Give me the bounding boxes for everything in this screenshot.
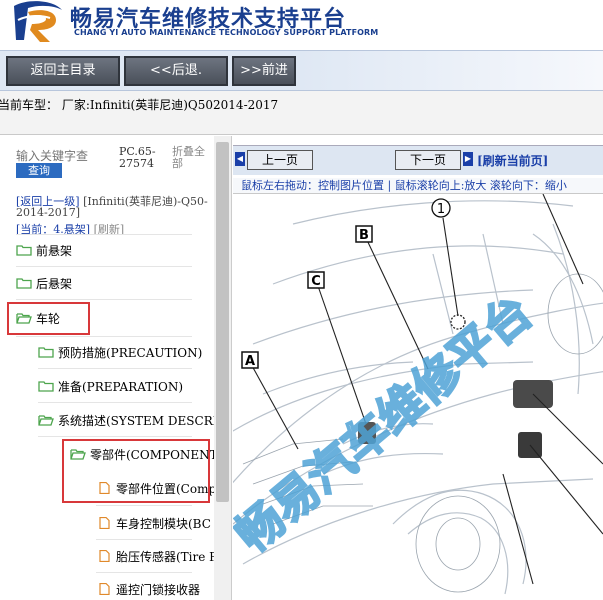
folder-icon — [38, 347, 54, 358]
tree-item-rear-suspension[interactable]: 后悬架 — [16, 273, 72, 295]
divider — [38, 436, 192, 437]
car-diagram-image: 1 B C A 畅易汽车维修平台 — [233, 194, 603, 595]
divider — [96, 539, 192, 540]
breadcrumb: [返回上一级] [Infiniti(英菲尼迪)-Q50-2014-2017] — [16, 196, 216, 218]
divider — [96, 572, 192, 573]
arrow-right-icon: ▶ — [463, 152, 473, 166]
tree-item-front-suspension[interactable]: 前悬架 — [16, 240, 72, 262]
nav-bar: 返回主目录 <<后退. >>前进 — [0, 50, 603, 91]
nav-bar-fill — [300, 51, 603, 90]
divider — [16, 336, 192, 337]
pc-code-label: PC.65-27574 — [119, 145, 156, 170]
callout-a: A — [245, 354, 255, 369]
tree-item-remote-keyless-receiver[interactable]: 遥控门锁接收器 — [96, 579, 200, 600]
document-viewer: ◀ 上一页 下一页 ▶ [刷新当前页] 鼠标左右拖动：控制图片位置 | 鼠标滚轮… — [233, 136, 603, 600]
divider — [16, 234, 192, 235]
current-car-model: 当前车型： 厂家:Infiniti(英菲尼迪)Q502014-2017 — [0, 98, 279, 112]
divider — [38, 402, 192, 403]
pager-bar: ◀ 上一页 下一页 ▶ [刷新当前页] — [233, 145, 603, 175]
callout-b: B — [359, 228, 369, 243]
callout-c: C — [311, 274, 321, 289]
document-icon — [99, 517, 110, 529]
watermark-text: 畅易汽车维修平台 — [233, 285, 542, 563]
divider — [16, 299, 192, 300]
refresh-page-button[interactable]: [刷新当前页] — [477, 152, 548, 169]
component-location-diagram[interactable]: 1 B C A 畅易汽车维修平台 — [233, 194, 603, 600]
logo-icon — [14, 1, 62, 43]
car-info-bar: 当前车型： 厂家:Infiniti(英菲尼迪)Q502014-2017 — [0, 91, 603, 135]
folder-icon — [16, 278, 32, 289]
home-button[interactable]: 返回主目录 — [6, 56, 120, 86]
tree-item-precaution[interactable]: 预防措施(PRECAUTION) — [38, 342, 202, 364]
tree-item-preparation[interactable]: 准备(PREPARATION) — [38, 376, 183, 398]
divider — [96, 505, 192, 506]
tree-scrollbar-thumb[interactable] — [216, 142, 229, 502]
next-page-button[interactable]: 下一页 — [395, 150, 461, 170]
back-button[interactable]: <<后退. — [124, 56, 228, 86]
arrow-left-icon: ◀ — [235, 152, 245, 166]
divider — [16, 266, 192, 267]
platform-subtitle: CHANG YI AUTO MAINTENANCE TECHNOLOGY SUP… — [74, 28, 379, 37]
folder-icon — [38, 381, 54, 392]
prev-page-button[interactable]: 上一页 — [247, 150, 313, 170]
app-header: 畅易汽车维修技术支持平台 CHANG YI AUTO MAINTENANCE T… — [0, 0, 603, 50]
left-tree-panel: 查询 PC.65-27574 折叠全部 [返回上一级] [Infiniti(英菲… — [0, 136, 232, 600]
folder-icon — [16, 245, 32, 256]
collapse-all-link[interactable]: 折叠全部 — [172, 146, 212, 170]
tree-item-tire-pressure-sensor[interactable]: 胎压传感器(Tire F — [96, 546, 218, 568]
highlight-box-wheel — [7, 302, 90, 335]
tree-item-bcm[interactable]: 车身控制模块(BC — [96, 513, 211, 535]
folder-open-icon — [38, 415, 54, 426]
keyword-search-input[interactable] — [16, 148, 98, 164]
viewer-hint: 鼠标左右拖动：控制图片位置 | 鼠标滚轮向上:放大 滚轮向下：缩小 — [233, 178, 603, 194]
highlight-box-component — [62, 439, 210, 503]
tree-item-system-description[interactable]: 系统描述(SYSTEM DESCRI — [38, 410, 217, 432]
document-icon — [99, 583, 110, 595]
divider — [38, 368, 192, 369]
document-icon — [99, 550, 110, 562]
callout-1: 1 — [437, 202, 445, 217]
forward-button[interactable]: >>前进 — [232, 56, 296, 86]
search-button[interactable]: 查询 — [16, 163, 62, 178]
